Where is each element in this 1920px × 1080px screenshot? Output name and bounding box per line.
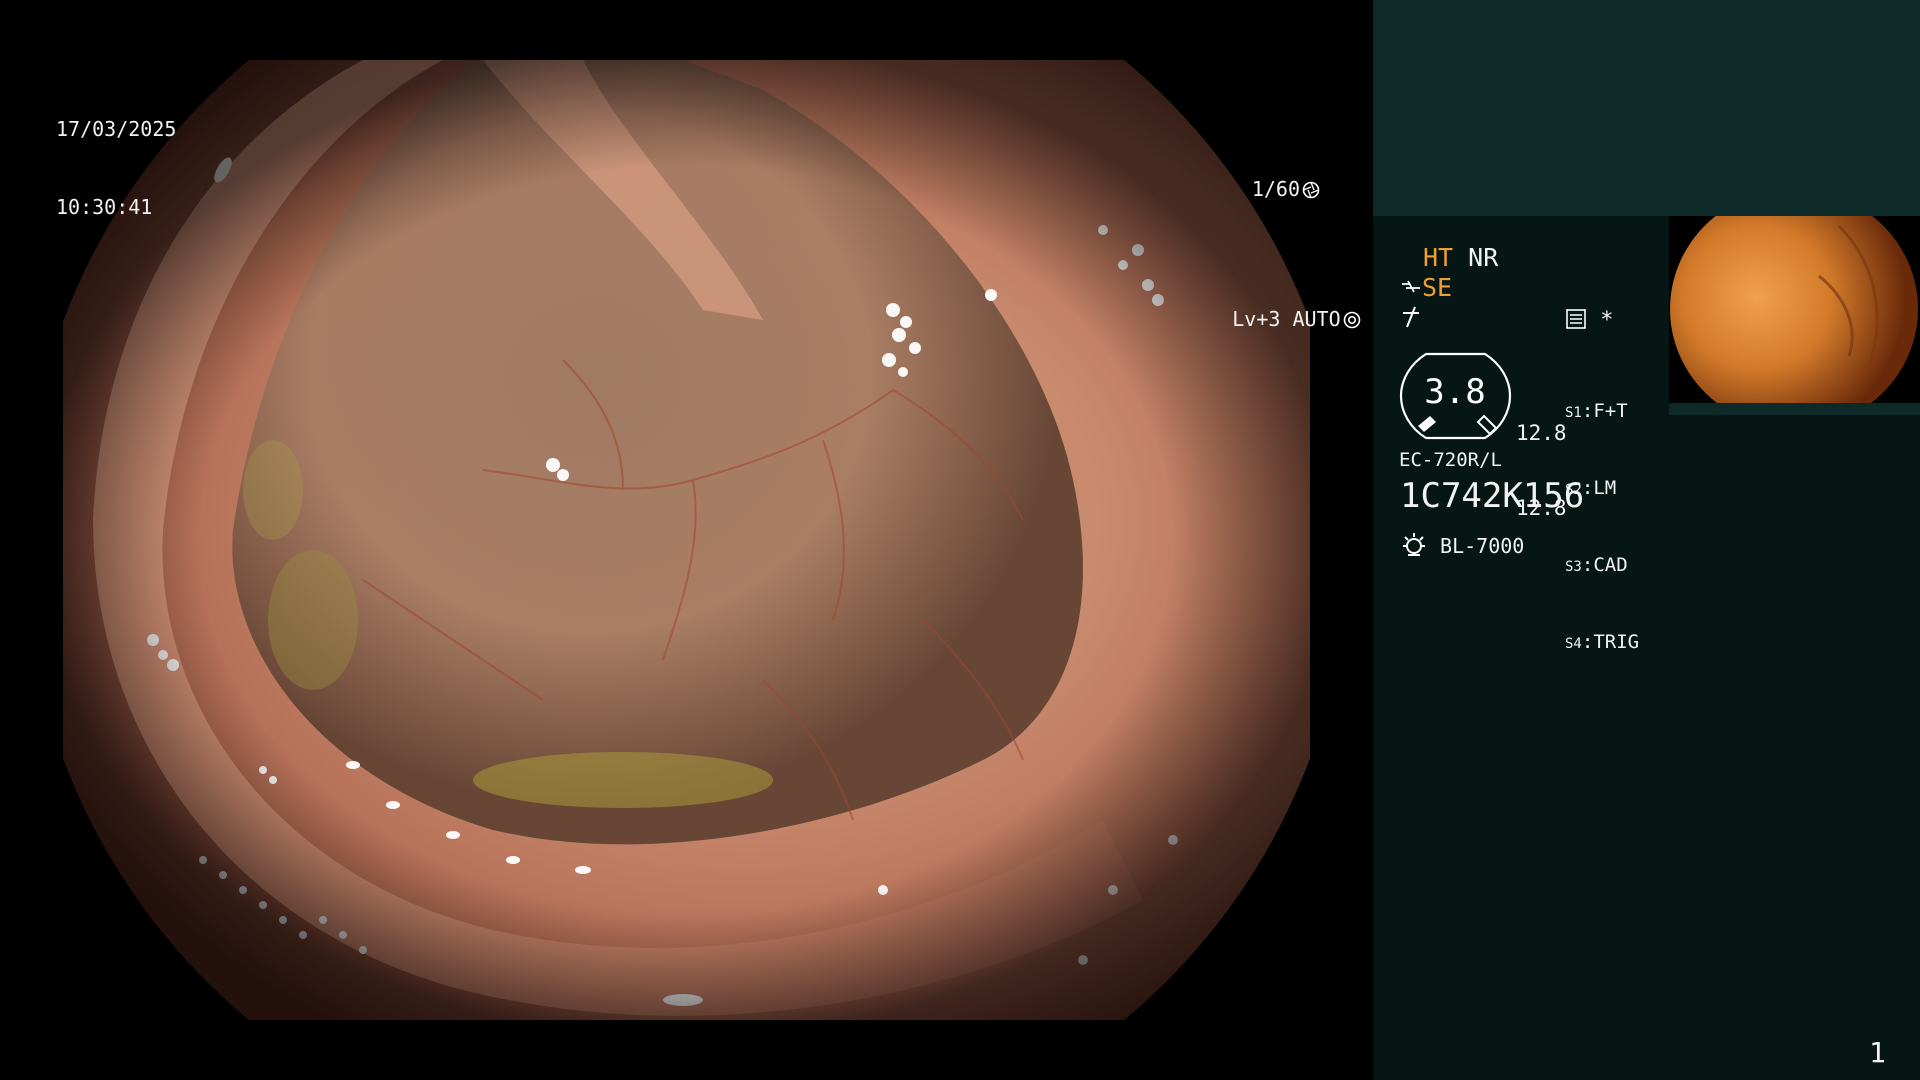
panel-header-area (1373, 0, 1920, 216)
gauge-pointer-left (1418, 416, 1436, 432)
level-text: Lv+3 (1232, 307, 1281, 331)
switch-item: S4:TRIG (1565, 631, 1640, 653)
time-text: 10:30:41 (56, 195, 153, 219)
ht-nr-row: HT NR (1423, 243, 1498, 272)
gauge-value: 3.8 (1424, 372, 1486, 412)
endoscopy-image (63, 60, 1310, 1020)
freeze-row (1401, 305, 1423, 333)
switch-item: S3:CAD (1565, 554, 1628, 576)
enhance-icon (1402, 280, 1420, 293)
switch-value: CAD (1593, 554, 1628, 576)
page-number: 1 (1869, 1036, 1886, 1069)
se-label: SE (1422, 273, 1453, 302)
switch-item: S1:F+T (1565, 400, 1628, 422)
endoscope-video-area: 17/03/2025 10:30:41 1/60 Lv+3 AUTO (0, 0, 1373, 1080)
scope-serial: 1C742K156 (1400, 476, 1585, 516)
nr-label: NR (1468, 243, 1499, 272)
iris-icon (1343, 311, 1360, 329)
date-text: 17/03/2025 (56, 117, 177, 141)
exposure-block: 1/60 Lv+3 AUTO (1160, 98, 1360, 410)
ht-label: HT (1423, 243, 1454, 272)
switch-value: LM (1593, 477, 1617, 499)
iris-row: Lv+3 AUTO (1160, 280, 1360, 358)
switch-key: S4 (1565, 636, 1582, 652)
se-row: SE (1400, 273, 1452, 302)
switch-value: F+T (1593, 400, 1628, 422)
scope-model: EC-720R/L (1399, 449, 1502, 471)
settings-icon (1566, 309, 1586, 329)
switch-key: S1 (1565, 405, 1582, 421)
gauge-side-value-1: 12.8 (1516, 421, 1567, 445)
freeze-icon (1403, 306, 1419, 328)
switch-value: TRIG (1593, 631, 1640, 653)
thumbnail-status-bar (1669, 403, 1920, 415)
shutter-text: 1/60 (1251, 177, 1300, 201)
aperture-icon (1302, 181, 1320, 199)
thumbnail-image (1669, 216, 1920, 403)
light-source-row: BL-7000 (1400, 531, 1524, 559)
date-time-block: 17/03/2025 10:30:41 (56, 64, 176, 272)
settings-row: * (1565, 308, 1614, 333)
lamp-icon (1403, 533, 1425, 556)
switch-key: S3 (1565, 559, 1582, 575)
shutter-row: 1/60 (1160, 150, 1320, 228)
gauge-side-values: 12.8 12.8 (1516, 371, 1567, 546)
iris-mode-text: AUTO (1292, 307, 1341, 331)
star-label: * (1600, 308, 1614, 333)
light-source-label: BL-7000 (1440, 534, 1525, 558)
thumbnail-preview[interactable] (1669, 216, 1920, 403)
gauge-pointer-right (1476, 414, 1498, 436)
